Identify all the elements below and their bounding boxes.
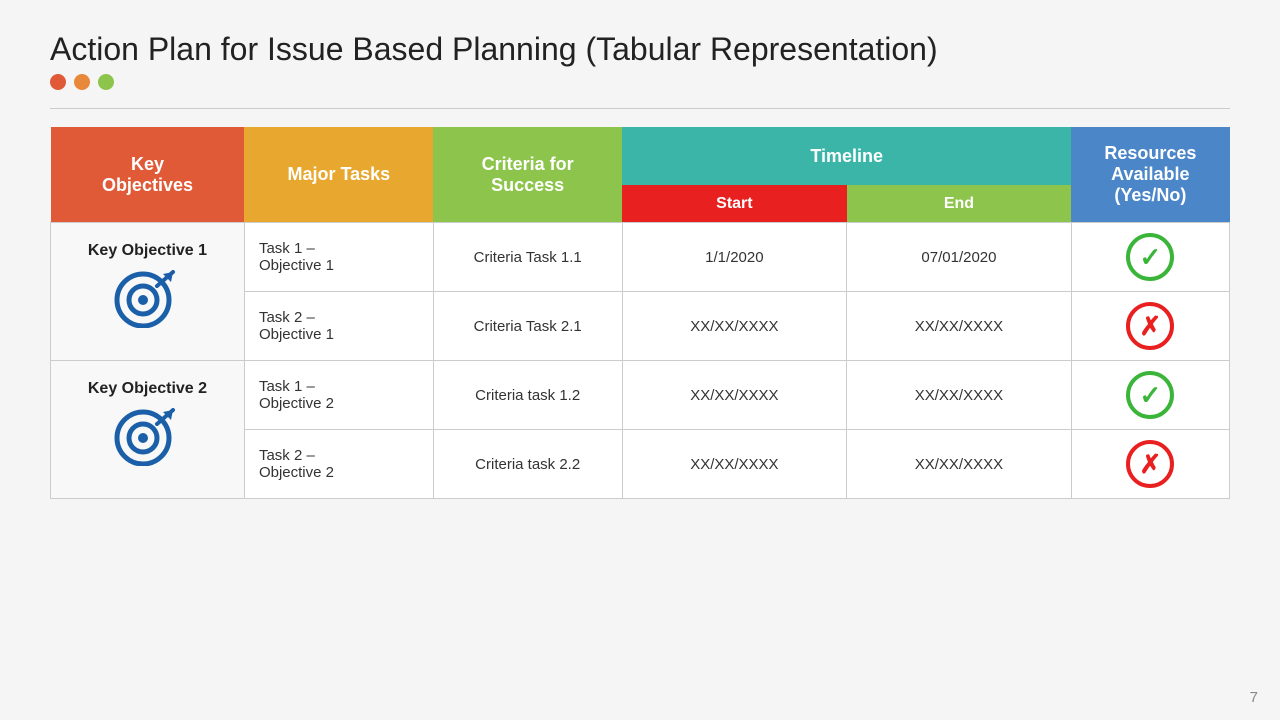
header-key-objectives: KeyObjectives (51, 127, 245, 223)
criteria-2-1: Criteria Task 2.1 (433, 292, 622, 361)
dot-orange (74, 74, 90, 90)
objective-2-cell: Key Objective 2 (51, 361, 245, 499)
task-2-1: Task 2 –Objective 1 (244, 292, 433, 361)
action-plan-table: KeyObjectives Major Tasks Criteria forSu… (50, 127, 1230, 499)
start-1-2: XX/XX/XXXX (622, 361, 847, 430)
table-row: Key Objective 1 Task 1 –Objective 1 C (51, 223, 1230, 292)
objective-1-cell: Key Objective 1 (51, 223, 245, 361)
dot-green (98, 74, 114, 90)
check-icon: ✓ (1126, 233, 1174, 281)
subheader-end: End (847, 185, 1072, 223)
criteria-2-2: Criteria task 2.2 (433, 430, 622, 499)
x-icon: ✗ (1126, 440, 1174, 488)
dot-group (50, 74, 1230, 90)
target-icon-2 (111, 406, 183, 466)
resource-1-2: ✓ (1071, 361, 1229, 430)
target-icon-1 (111, 268, 183, 328)
end-1-2: XX/XX/XXXX (847, 361, 1072, 430)
criteria-1-2: Criteria task 1.2 (433, 361, 622, 430)
end-2-1: XX/XX/XXXX (847, 292, 1072, 361)
slide: Action Plan for Issue Based Planning (Ta… (0, 0, 1280, 720)
dot-red (50, 74, 66, 90)
objective-2-label: Key Objective 2 (65, 380, 230, 398)
end-2-2: XX/XX/XXXX (847, 430, 1072, 499)
task-1-1: Task 1 –Objective 1 (244, 223, 433, 292)
resource-1-1: ✓ (1071, 223, 1229, 292)
table-row: Key Objective 2 Task 1 –Objective 2 Crit… (51, 361, 1230, 430)
header-criteria: Criteria forSuccess (433, 127, 622, 223)
page-number: 7 (1250, 689, 1258, 706)
table-header-row: KeyObjectives Major Tasks Criteria forSu… (51, 127, 1230, 185)
header-timeline: Timeline (622, 127, 1071, 185)
header-major-tasks: Major Tasks (244, 127, 433, 223)
objective-1-icon (65, 268, 230, 341)
header-resources: ResourcesAvailable(Yes/No) (1071, 127, 1229, 223)
divider (50, 108, 1230, 109)
objective-2-icon (65, 406, 230, 479)
criteria-1-1: Criteria Task 1.1 (433, 223, 622, 292)
task-1-2: Task 1 –Objective 2 (244, 361, 433, 430)
subheader-start: Start (622, 185, 847, 223)
resource-2-1: ✗ (1071, 292, 1229, 361)
start-1-1: 1/1/2020 (622, 223, 847, 292)
start-2-1: XX/XX/XXXX (622, 292, 847, 361)
page-title: Action Plan for Issue Based Planning (Ta… (50, 30, 1230, 68)
check-icon: ✓ (1126, 371, 1174, 419)
end-1-1: 07/01/2020 (847, 223, 1072, 292)
resource-2-2: ✗ (1071, 430, 1229, 499)
x-icon: ✗ (1126, 302, 1174, 350)
task-2-2: Task 2 –Objective 2 (244, 430, 433, 499)
start-2-2: XX/XX/XXXX (622, 430, 847, 499)
objective-1-label: Key Objective 1 (65, 242, 230, 260)
